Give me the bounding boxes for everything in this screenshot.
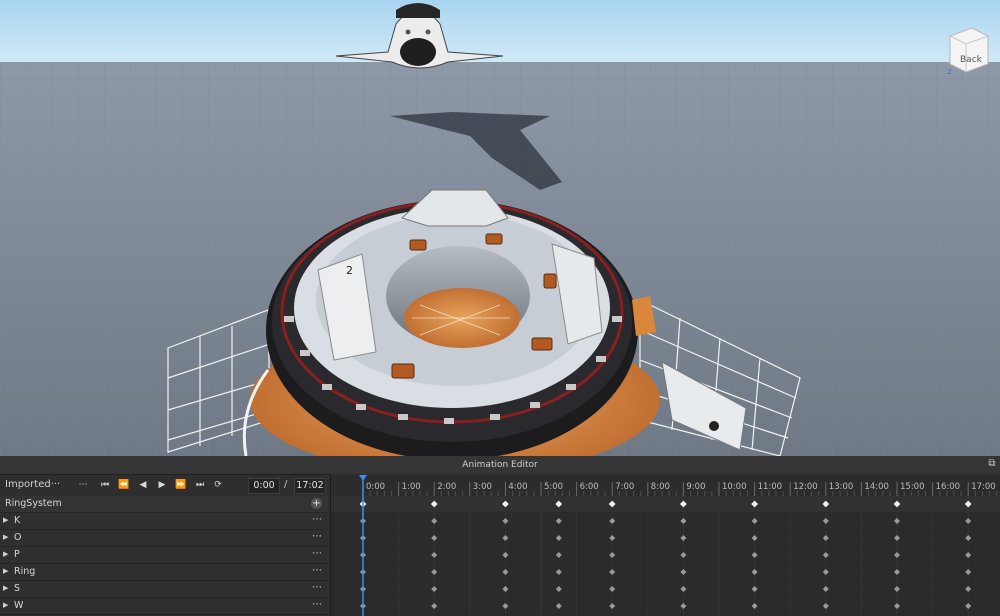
add-track-button[interactable]: + (311, 498, 322, 509)
timeline-tick-label: 1:00 (402, 482, 421, 492)
play-icon[interactable]: ▶ (155, 479, 169, 492)
current-time-input[interactable]: 0:00 (248, 478, 280, 494)
end-time-input[interactable]: 17:02 (294, 478, 326, 494)
timeline-tick-label: 14:00 (864, 482, 889, 492)
previous-keyframe-icon[interactable]: ⏪ (117, 479, 131, 492)
timeline-tick-label: 13:00 (829, 482, 854, 492)
track-row-o[interactable]: ▶ O ⋯ (0, 530, 328, 547)
track-label: O (14, 532, 22, 543)
expand-arrow-icon[interactable]: ▶ (3, 516, 8, 524)
track-options-icon[interactable]: ⋯ (312, 548, 322, 559)
scene-render: 2 (0, 0, 1000, 456)
expand-arrow-icon[interactable]: ▶ (3, 584, 8, 592)
track-label: Ring (14, 566, 36, 577)
animation-name[interactable]: Imported··· (5, 479, 60, 490)
track-row-p[interactable]: ▶ P ⋯ (0, 547, 328, 564)
view-cube-label: Back (960, 55, 983, 65)
loop-icon[interactable]: ⟳ (211, 479, 225, 492)
skip-to-end-icon[interactable]: ⏭ (193, 479, 207, 492)
timeline-tick-label: 10:00 (722, 482, 747, 492)
play-reverse-icon[interactable]: ◀ (136, 479, 150, 492)
restore-window-icon[interactable]: ⧉ (986, 458, 998, 470)
animation-editor-panel: Animation Editor ⧉ Imported··· ⋯ ⏮ ⏪ ◀ ▶… (0, 456, 1000, 616)
expand-arrow-icon[interactable]: ▶ (3, 601, 8, 609)
next-keyframe-icon[interactable]: ⏩ (174, 479, 188, 492)
3d-viewport[interactable]: 2 Back Z (0, 0, 1000, 456)
track-options-icon[interactable]: ⋯ (312, 531, 322, 542)
more-options-icon[interactable]: ⋯ (76, 479, 90, 492)
track-list: RingSystem + ▶ K ⋯ ▶ O ⋯ ▶ P ⋯ ▶ Ring ⋯ … (0, 496, 330, 616)
timeline-tick-label: 16:00 (936, 482, 961, 492)
expand-arrow-icon[interactable]: ▶ (3, 550, 8, 558)
timeline[interactable]: 0:00 1:00 2:00 3:00 4:00 5:00 6:00 7:00 8:00 9:00… (330, 474, 1000, 616)
track-label: K (14, 515, 21, 526)
timeline-tick-label: 8:00 (651, 482, 670, 492)
timeline-tick-label: 15:00 (900, 482, 925, 492)
time-separator: / (284, 479, 288, 490)
timeline-canvas[interactable]: 0:00 1:00 2:00 3:00 4:00 5:00 6:00 7:00 8:00 9:00… (331, 474, 1000, 616)
timeline-tick-label: 6:00 (580, 482, 599, 492)
timeline-tick-label: 3:00 (473, 482, 492, 492)
track-row-ringsystem[interactable]: RingSystem + (0, 496, 328, 513)
panel-title: Animation Editor (0, 456, 1000, 475)
timeline-tick-label: 7:00 (615, 482, 634, 492)
track-options-icon[interactable]: ⋯ (312, 565, 322, 576)
timeline-tick-label: 17:00 (971, 482, 996, 492)
view-cube[interactable]: Back Z (946, 26, 990, 74)
timeline-tick-label: 12:00 (793, 482, 818, 492)
track-options-icon[interactable]: ⋯ (312, 514, 322, 525)
skip-to-start-icon[interactable]: ⏮ (98, 479, 112, 492)
view-cube-axis: Z (947, 68, 952, 74)
track-row-w[interactable]: ▶ W ⋯ (0, 598, 328, 615)
track-options-icon[interactable]: ⋯ (312, 582, 322, 593)
ring-marker-label: 2 (346, 264, 353, 277)
track-label: P (14, 549, 20, 560)
timeline-tick-label: 0:00 (366, 482, 385, 492)
timeline-tick-label: 4:00 (508, 482, 527, 492)
track-row-k[interactable]: ▶ K ⋯ (0, 513, 328, 530)
timeline-tick-label: 11:00 (758, 482, 783, 492)
track-row-ring[interactable]: ▶ Ring ⋯ (0, 564, 328, 581)
expand-arrow-icon[interactable]: ▶ (3, 567, 8, 575)
playback-toolbar: Imported··· ⋯ ⏮ ⏪ ◀ ▶ ⏩ ⏭ ⟳ 0:00 / 17:02 (0, 475, 330, 496)
track-label: W (14, 600, 24, 611)
timeline-tick-label: 2:00 (437, 482, 456, 492)
track-label: S (14, 583, 21, 594)
track-label: RingSystem (5, 498, 62, 509)
timeline-tick-label: 9:00 (686, 482, 705, 492)
track-options-icon[interactable]: ⋯ (312, 599, 322, 610)
expand-arrow-icon[interactable]: ▶ (3, 533, 8, 541)
timeline-tick-label: 5:00 (544, 482, 563, 492)
track-row-s[interactable]: ▶ S ⋯ (0, 581, 328, 598)
